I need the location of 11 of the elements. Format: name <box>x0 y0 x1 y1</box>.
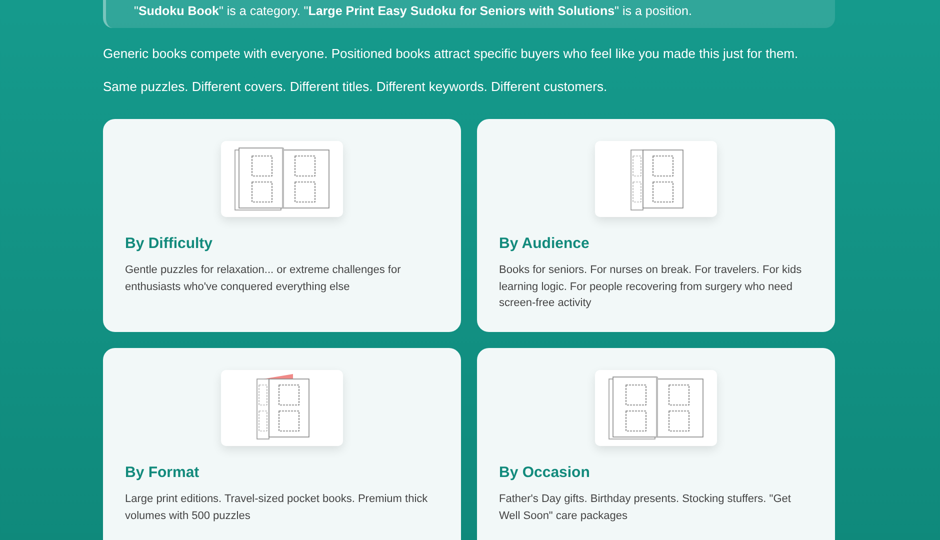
callout-text: "Sudoku Book" is a category. "Large Print Easy Sudoku for Seniors with Solutions" is a position. <box>134 3 693 20</box>
card-description: Books for seniors. For nurses on break. For travelers. For kids learning logic. For people recovering from surgery who need screen-free activity <box>499 263 803 311</box>
body-paragraph: Same puzzles. Different covers. Different titles. Different keywords. Different customers. <box>103 79 608 95</box>
card-title: By Audience <box>499 235 590 252</box>
card-description: Large print editions. Travel-sized pocket books. Premium thick volumes with 500 puzzles <box>125 492 429 524</box>
card-title: By Occasion <box>499 464 591 481</box>
card-title: By Difficulty <box>125 235 214 252</box>
body-paragraph: Generic books compete with everyone. Positioned books attract specific buyers who feel like you made this just for them. <box>103 46 800 62</box>
card-description: Father's Day gifts. Birthday presents. Stocking stuffers. "Get Well Soon" care packages <box>499 492 792 524</box>
card-description: Gentle puzzles for relaxation... or extreme challenges for enthusiasts who've conquered everything else <box>125 263 402 294</box>
card-title: By Format <box>125 464 200 481</box>
